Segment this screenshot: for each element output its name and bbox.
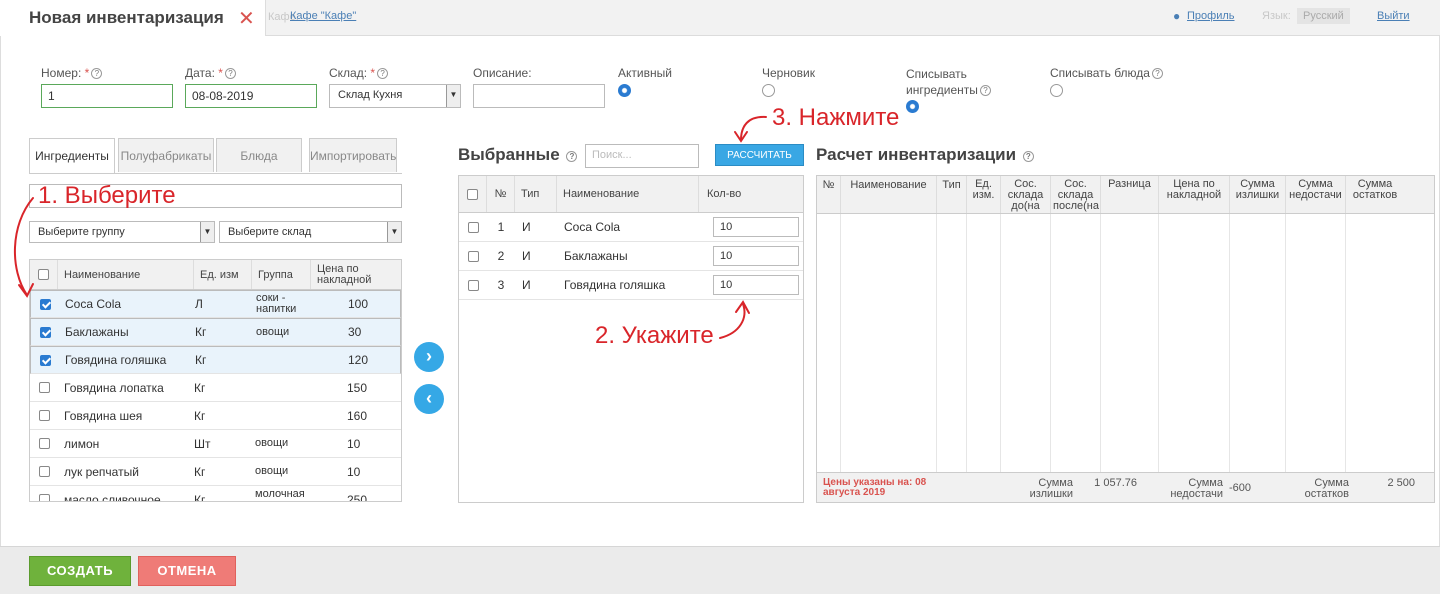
arrow-head-icon — [735, 300, 750, 314]
annotation-arrows — [13, 115, 767, 339]
footer-bar: СОЗДАТЬ ОТМЕНА — [0, 546, 1440, 594]
arrow-step2 — [719, 303, 746, 339]
arrow-step1 — [13, 197, 34, 296]
create-button[interactable]: СОЗДАТЬ — [29, 556, 131, 586]
cancel-button[interactable]: ОТМЕНА — [138, 556, 236, 586]
